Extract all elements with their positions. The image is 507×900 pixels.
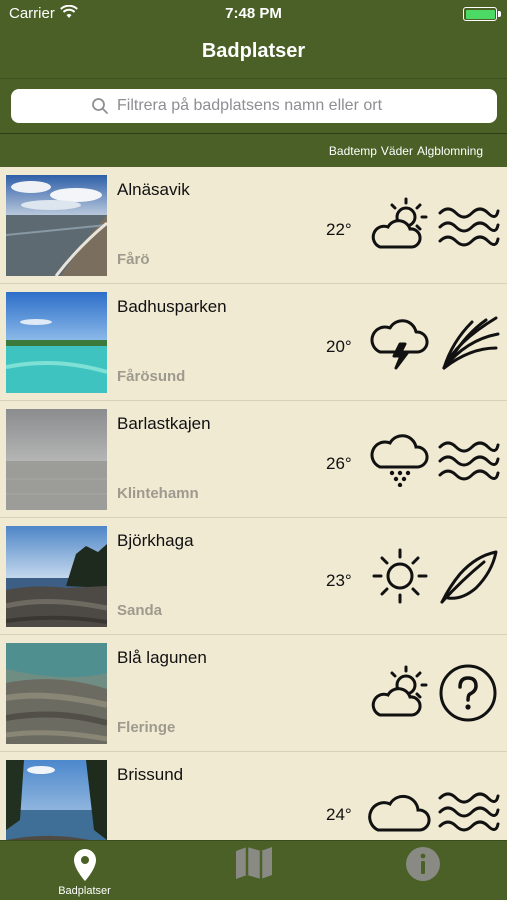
page-title: Badplatser — [201, 40, 306, 62]
list-item[interactable]: Badhusparken Fårösund 20° — [0, 284, 507, 401]
waves-icon — [438, 792, 500, 832]
info-icon — [405, 847, 440, 881]
partly-cloudy-icon — [371, 197, 428, 249]
beach-name: Björkhaga — [117, 531, 194, 550]
beach-photo — [6, 526, 107, 627]
sun-icon — [372, 548, 428, 604]
cloud-icon — [368, 794, 431, 832]
search-bar — [0, 78, 507, 134]
search-field[interactable] — [11, 89, 497, 123]
search-icon — [92, 98, 108, 114]
beach-location: Fleringe — [117, 719, 176, 736]
clock: 7:48 PM — [225, 5, 282, 22]
list-item[interactable]: Brissund 24° — [0, 752, 507, 840]
water-temperature: 22° — [326, 220, 352, 239]
water-temperature: 23° — [326, 571, 352, 590]
thunderstorm-icon — [370, 319, 429, 370]
beach-name: Blå lagunen — [117, 648, 207, 667]
beach-location: Fårö — [117, 251, 150, 268]
leaf-icon — [440, 550, 498, 604]
water-temperature: 20° — [326, 337, 352, 356]
column-vader[interactable]: Väder — [381, 144, 413, 158]
beach-photo — [6, 409, 107, 510]
beach-list[interactable]: Alnäsavik Fårö 22° Badhusparken Fårösund… — [0, 167, 507, 840]
column-headers: Badtemp Väder Algblomning — [0, 134, 507, 167]
question-icon — [439, 664, 497, 722]
search-input[interactable] — [117, 97, 417, 115]
waves-icon — [438, 441, 500, 481]
beach-photo — [6, 292, 107, 393]
beach-photo — [6, 643, 107, 744]
tab-label: Badplatser — [58, 885, 111, 897]
tab-map[interactable] — [169, 841, 338, 900]
tab-badplatser[interactable]: Badplatser — [0, 841, 169, 900]
tab-bar: Badplatser — [0, 840, 507, 900]
column-algblomning[interactable]: Algblomning — [417, 144, 483, 158]
water-temperature: 24° — [326, 805, 352, 824]
waves-icon — [438, 207, 500, 247]
list-item[interactable]: Blå lagunen Fleringe — [0, 635, 507, 752]
seaweed-icon — [442, 316, 500, 370]
column-badtemp[interactable]: Badtemp — [329, 144, 377, 158]
list-item[interactable]: Barlastkajen Klintehamn 26° — [0, 401, 507, 518]
beach-location: Klintehamn — [117, 485, 199, 502]
beach-photo — [6, 760, 107, 840]
list-item[interactable]: Björkhaga Sanda 23° — [0, 518, 507, 635]
beach-location: Fårösund — [117, 368, 186, 385]
water-temperature: 26° — [326, 454, 352, 473]
tab-info[interactable] — [338, 841, 507, 900]
battery-icon — [463, 7, 501, 21]
partly-cloudy-icon — [371, 665, 428, 717]
beach-name: Alnäsavik — [117, 180, 190, 199]
map-icon — [235, 847, 272, 879]
location-pin-icon — [73, 849, 96, 881]
beach-name: Badhusparken — [117, 297, 227, 316]
list-item[interactable]: Alnäsavik Fårö 22° — [0, 167, 507, 284]
beach-name: Brissund — [117, 765, 184, 784]
rain-cloud-icon — [370, 434, 429, 487]
beach-name: Barlastkajen — [117, 414, 211, 433]
beach-photo — [6, 175, 107, 276]
beach-location: Sanda — [117, 602, 163, 619]
status-bar: Carrier 7:48 PM — [0, 0, 507, 28]
